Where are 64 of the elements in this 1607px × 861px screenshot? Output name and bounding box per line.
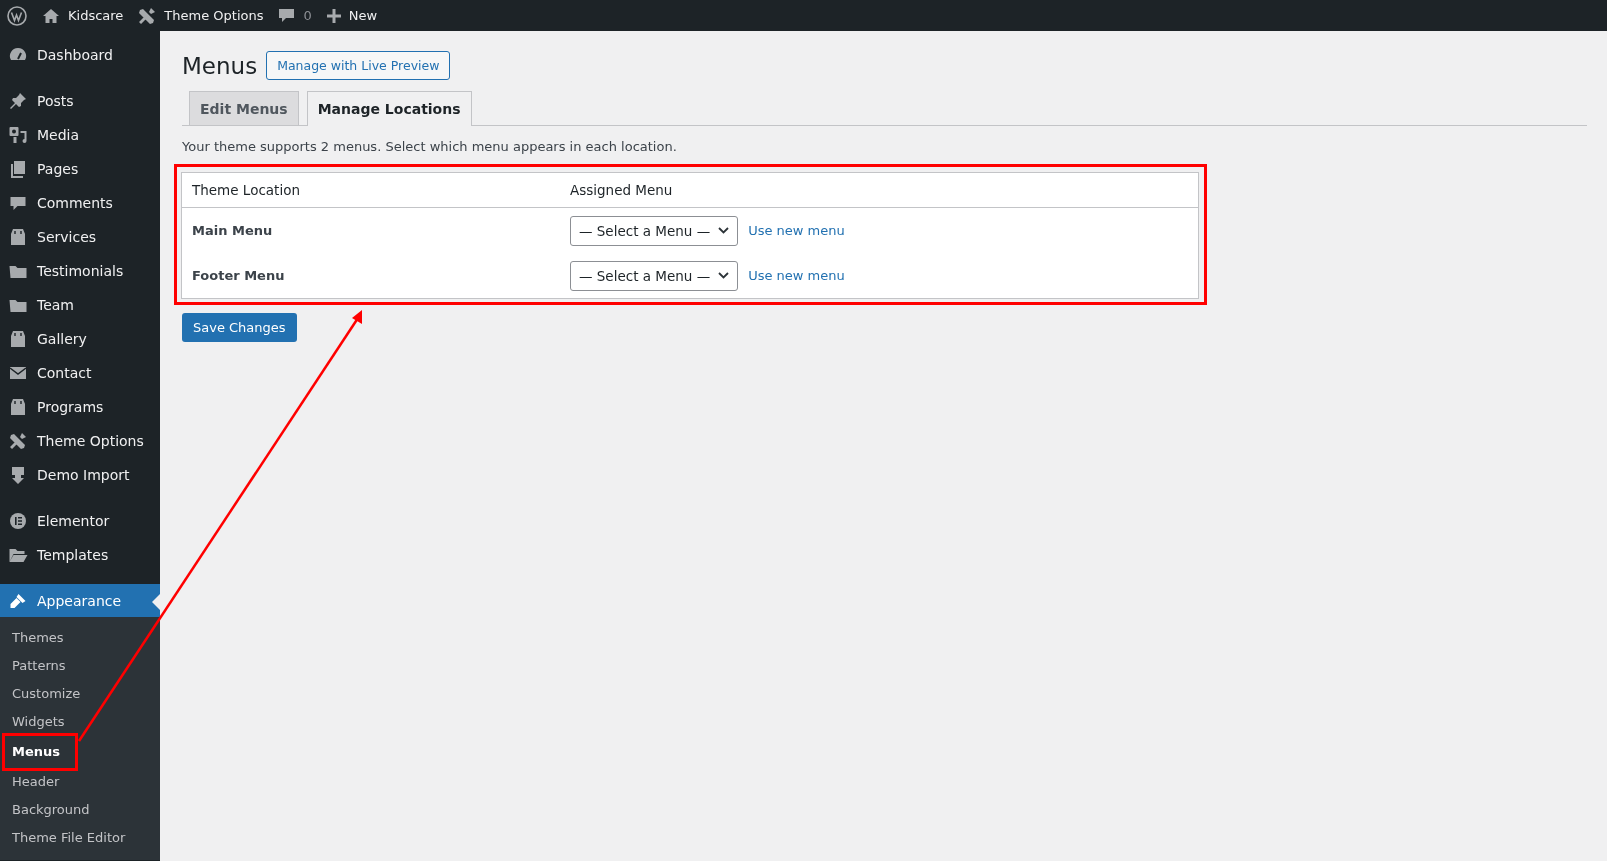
pages-icon — [8, 160, 28, 178]
folder-icon — [8, 263, 28, 279]
submenu-item[interactable]: Header — [0, 768, 160, 796]
sidebar-item[interactable]: Contact — [0, 356, 160, 390]
gauge-icon — [8, 47, 28, 63]
home-icon — [42, 7, 60, 24]
submenu-item[interactable]: Menus — [5, 736, 75, 768]
circle-icon — [8, 512, 28, 530]
page-title: Menus — [182, 52, 258, 79]
column-header: Theme Location — [191, 182, 301, 198]
sidebar-item[interactable]: Comments — [0, 186, 160, 220]
sidebar-item[interactable]: Programs — [0, 390, 160, 424]
comments-link[interactable]: 0 — [278, 7, 312, 24]
tools-icon — [8, 432, 28, 450]
location-label: Main Menu — [191, 223, 274, 238]
bag-icon — [8, 330, 28, 348]
sidebar-item[interactable]: Pages — [0, 152, 160, 186]
use-new-menu-link[interactable]: Use new menu — [748, 223, 845, 238]
plus-icon — [326, 8, 341, 23]
submenu-item[interactable]: Theme File Editor — [0, 824, 160, 852]
chevron-icon — [718, 272, 730, 279]
sidebar-item[interactable]: Elementor — [0, 504, 160, 538]
chevron-icon — [718, 227, 730, 234]
sidebar-item[interactable]: Theme Options — [0, 424, 160, 458]
pin-icon — [8, 92, 28, 110]
submenu-item[interactable]: Themes — [0, 624, 160, 652]
sidebar-item[interactable]: Team — [0, 288, 160, 322]
brush-icon — [8, 591, 28, 610]
location-label: Footer Menu — [191, 268, 286, 283]
bag-icon — [8, 228, 28, 246]
speech-bubble-icon — [8, 194, 28, 212]
sidebar-item[interactable]: Gallery — [0, 322, 160, 356]
tab[interactable]: Edit Menus — [189, 91, 299, 125]
media-icon — [8, 126, 28, 144]
envelope-icon — [8, 366, 28, 380]
submenu-item[interactable]: Customize — [0, 680, 160, 708]
folder-icon — [8, 297, 28, 313]
sidebar-item[interactable]: Services — [0, 220, 160, 254]
sidebar-item[interactable]: Dashboard — [0, 38, 160, 72]
submenu-item[interactable]: Background — [0, 796, 160, 824]
new-link[interactable]: New — [326, 8, 378, 23]
sidebar-item[interactable]: Testimonials — [0, 254, 160, 288]
folder-icon — [8, 547, 28, 563]
column-header: Assigned Menu — [570, 182, 673, 198]
use-new-menu-link[interactable]: Use new menu — [748, 268, 845, 283]
theme-options-link[interactable]: Theme Options — [138, 6, 264, 25]
sidebar-item[interactable]: Media — [0, 118, 160, 152]
logo-icon[interactable] — [7, 5, 27, 26]
sidebar-item[interactable]: Posts — [0, 84, 160, 118]
submenu-item[interactable]: Patterns — [0, 652, 160, 680]
bag-icon — [8, 398, 28, 416]
speech-bubble-icon — [278, 7, 296, 24]
tools-icon — [138, 6, 157, 25]
sidebar-item[interactable]: Appearance — [0, 584, 160, 617]
site-link[interactable]: Kidscare — [42, 7, 124, 24]
sidebar-item[interactable]: Demo Import — [0, 458, 160, 492]
save-changes-button[interactable]: Save Changes — [182, 313, 297, 342]
sidebar-item[interactable]: Templates — [0, 538, 160, 572]
tab[interactable]: Manage Locations — [306, 91, 472, 126]
submenu-item[interactable]: Widgets — [0, 708, 160, 736]
menu-select[interactable]: — Select a Menu — — [570, 260, 739, 291]
live-preview-button[interactable]: Manage with Live Preview — [266, 51, 451, 80]
description-text: Your theme supports 2 menus. Select which menu appears in each location. — [182, 139, 678, 154]
menu-select[interactable]: — Select a Menu — — [570, 215, 739, 246]
